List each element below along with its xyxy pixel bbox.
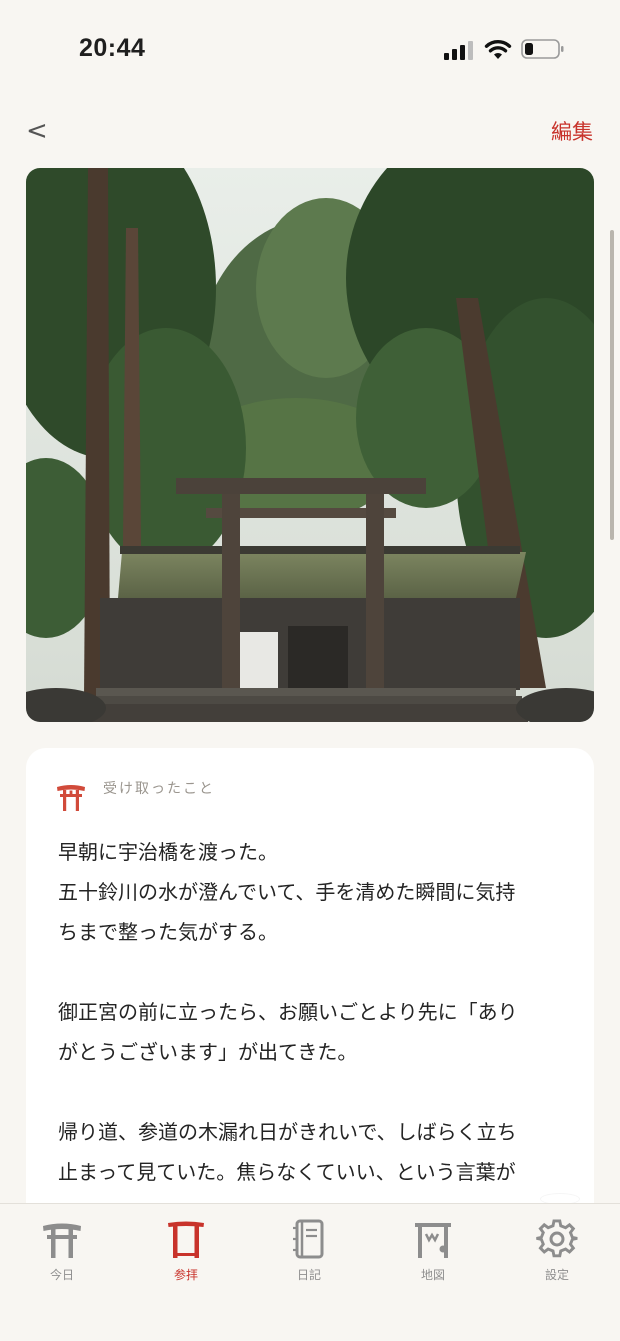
text-line: がとうございます」が出てきた。	[58, 1040, 358, 1064]
paragraph: 帰り道、参道の木漏れ日がきれいで、しばらく立ち 止まって見ていた。焦らなくていい…	[58, 1112, 578, 1192]
tab-settings[interactable]: 設定	[512, 1218, 602, 1288]
scrollbar[interactable]	[610, 230, 614, 540]
torii-icon	[43, 1223, 81, 1258]
tab-map[interactable]: 地図	[388, 1218, 478, 1288]
tab-label: 今日	[49, 1268, 74, 1282]
paragraph: 早朝に宇治橋を渡った。 五十鈴川の水が澄んでいて、手を清めた瞬間に気持 ちまで整…	[58, 832, 578, 952]
gate-icon	[168, 1221, 204, 1258]
status-time: 20:44	[79, 34, 146, 62]
map-icon	[415, 1223, 451, 1258]
text-line: 五十鈴川の水が澄んでいて、手を清めた瞬間に気持	[58, 880, 516, 904]
cellular-signal-icon	[444, 41, 473, 60]
status-bar: 20:44	[0, 0, 620, 100]
torii-icon	[57, 785, 85, 811]
edit-button[interactable]: 編集	[551, 116, 593, 146]
shrine-photo	[26, 168, 594, 722]
paragraph: 御正宮の前に立ったら、お願いごとより先に「あり がとうございます」が出てきた。	[58, 992, 578, 1072]
tab-bar: 今日 参拝 日記 地図 設定	[0, 1203, 620, 1341]
text-line: ちまで整った気がする。	[58, 920, 278, 944]
text-line: 止まって見ていた。焦らなくていい、という言葉が	[58, 1160, 516, 1184]
diary-text: 早朝に宇治橋を渡った。 五十鈴川の水が澄んでいて、手を清めた瞬間に気持 ちまで整…	[58, 832, 578, 1232]
tab-today[interactable]: 今日	[17, 1218, 107, 1288]
tab-diary[interactable]: 日記	[264, 1218, 354, 1288]
wifi-icon	[484, 40, 512, 59]
tab-label: 参拝	[173, 1268, 198, 1282]
battery-icon	[521, 39, 564, 59]
text-line: 早朝に宇治橋を渡った。	[58, 840, 278, 864]
tab-visit[interactable]: 参拝	[141, 1218, 231, 1288]
tab-label: 設定	[544, 1268, 569, 1282]
text-line: 帰り道、参道の木漏れ日がきれいで、しばらく立ち	[58, 1120, 517, 1144]
text-line: 御正宮の前に立ったら、お願いごとより先に「あり	[58, 1000, 518, 1024]
card-label: 受け取ったこと	[103, 781, 215, 797]
notebook-icon	[293, 1219, 324, 1259]
tab-label: 日記	[296, 1268, 321, 1282]
tab-label: 地図	[420, 1268, 445, 1282]
back-button[interactable]: <	[26, 116, 50, 146]
gear-icon	[536, 1219, 578, 1258]
reflection-card: 受け取ったこと 早朝に宇治橋を渡った。 五十鈴川の水が澄んでいて、手を清めた瞬間…	[26, 748, 594, 1268]
